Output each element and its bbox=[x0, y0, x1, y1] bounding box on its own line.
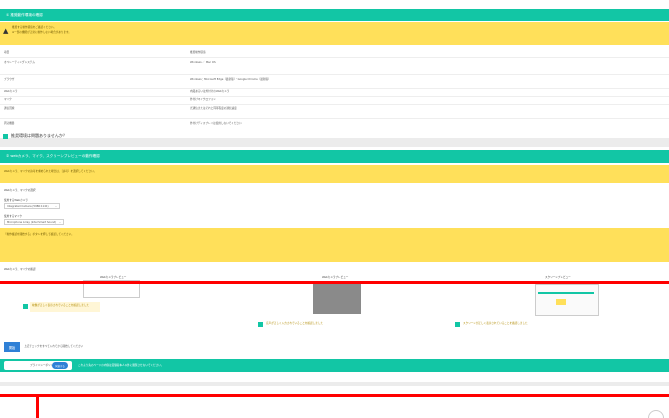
col-right-header: 推奨動作環境 bbox=[190, 51, 206, 54]
chevron-down-icon: ⌄ bbox=[54, 204, 57, 208]
camera-mic-label: Webカメラ、マイクの選択 bbox=[4, 189, 36, 192]
highlight-line-bottom bbox=[0, 394, 669, 397]
col-left-header: 項目 bbox=[4, 51, 10, 54]
check3-label: スクリーンが正しく表示されていることを確認しました bbox=[463, 322, 528, 325]
section2-header: ② webカメラ、マイク、スクリーンプレビューの動作確認 bbox=[0, 150, 669, 163]
row-label: マイク bbox=[4, 98, 12, 101]
check3-checkbox[interactable] bbox=[455, 322, 460, 327]
row-value: 内蔵あるいは外付けのWebカメラ bbox=[190, 90, 230, 93]
table-row: 周辺機器 外付けディスプレイは使用しないでください bbox=[0, 118, 669, 131]
col-web-header: Webカメラプレビュー bbox=[322, 276, 349, 279]
row-value: 外付けマイクロフォン bbox=[190, 98, 216, 101]
col-screen-header: スクリーンプレビュー bbox=[545, 276, 571, 279]
screen-preview bbox=[535, 284, 599, 316]
page: ① 推奨動作環境の確認 ▲ 推奨する動作環境をご確認ください。 ※一部の機能が正… bbox=[0, 0, 669, 418]
highlight-line-top bbox=[0, 281, 669, 284]
section1-title: ① 推奨動作環境の確認 bbox=[6, 12, 43, 17]
table-row: オペレーティングシステム Windows ／ Mac OS bbox=[0, 57, 669, 74]
preview-label: Webカメラ、マイクの確認 bbox=[4, 268, 36, 271]
section2-info: 「動作確認を開始する」ボタンを押して確認してください。 bbox=[0, 228, 669, 262]
table-row: 通信回線 光通信またはそれと同等程度の通信速度 bbox=[0, 104, 669, 119]
row-value: 光通信またはそれと同等程度の通信速度 bbox=[190, 107, 237, 110]
highlight-line-left bbox=[36, 394, 39, 418]
agree-bar: プライバシーポリシー 同意する これより先のページの内容は受験者本人以外に閲覧さ… bbox=[0, 359, 669, 372]
row-label: ブラウザ bbox=[4, 78, 15, 81]
section2-warning: Webカメラ、マイクの許可を求められた場合は、［許可］を選択してください。 bbox=[0, 165, 669, 183]
screen-preview-highlight bbox=[556, 299, 566, 305]
table-row: ブラウザ Windows：Microsoft Edge（最新版）・Google … bbox=[0, 74, 669, 88]
camera-select[interactable]: Integrated Camera (5986:1141) ⌄ bbox=[4, 203, 60, 209]
camera-select-value: Integrated Camera (5986:1141) bbox=[7, 204, 49, 208]
col-camera-header: Webカメラプレビュー bbox=[100, 276, 127, 279]
info-text: 「動作確認を開始する」ボタンを押して確認してください。 bbox=[4, 233, 74, 236]
screen-preview-bar bbox=[538, 292, 594, 294]
start-note: 上記チェックをすべて入れてから開始してください bbox=[24, 345, 84, 348]
row-label: オペレーティングシステム bbox=[4, 61, 35, 64]
check1-box: 映像が正しく表示されていることを確認しました bbox=[30, 302, 100, 312]
check2-label: 音声が正しく入力されていることを確認しました bbox=[266, 322, 323, 325]
section2-title: ② webカメラ、マイク、スクリーンプレビューの動作確認 bbox=[6, 154, 100, 158]
agree-box: プライバシーポリシー 同意する bbox=[4, 361, 72, 370]
row-value: 外付けディスプレイは使用しないでください bbox=[190, 122, 242, 125]
mic-select-value: Microphone Array (Intel Smart Sound) bbox=[7, 220, 57, 224]
row-value: Windows ／ Mac OS bbox=[190, 61, 216, 64]
agree-button[interactable]: 同意する bbox=[52, 362, 68, 369]
row-label: 周辺機器 bbox=[4, 122, 15, 125]
row-label: Webカメラ bbox=[4, 90, 18, 93]
section1-header: ① 推奨動作環境の確認 bbox=[0, 9, 669, 21]
environment-ok-checkbox[interactable] bbox=[3, 134, 8, 139]
section1-warning: ▲ 推奨する動作環境をご確認ください。 ※一部の機能が正常に動作しない場合があり… bbox=[0, 22, 669, 45]
warning-icon: ▲ bbox=[3, 27, 9, 35]
check1-checkbox[interactable] bbox=[23, 304, 28, 309]
row-label: 通信回線 bbox=[4, 107, 15, 110]
section1-notice: 推奨する動作環境をご確認ください。 bbox=[12, 26, 57, 29]
start-button[interactable]: 開始 bbox=[4, 342, 20, 352]
section2-notice: Webカメラ、マイクの許可を求められた場合は、［許可］を選択してください。 bbox=[4, 170, 97, 173]
web-preview bbox=[313, 284, 361, 314]
mic-select[interactable]: Microphone Array (Intel Smart Sound) ⌄ bbox=[4, 219, 64, 225]
chevron-down-icon: ⌄ bbox=[58, 220, 61, 224]
check1-label: 映像が正しく表示されていることを確認しました bbox=[32, 304, 89, 307]
check2-checkbox[interactable] bbox=[258, 322, 263, 327]
bottom-card bbox=[0, 386, 669, 418]
row-value: Windows：Microsoft Edge（最新版）・Google Chrom… bbox=[190, 78, 271, 81]
environment-ok-label: 推奨環境は問題ありませんか？ bbox=[11, 133, 67, 138]
camera-select-label: 使用するWebカメラ bbox=[4, 199, 28, 202]
mic-select-label: 使用するマイク bbox=[4, 215, 23, 218]
bottom-note: これより先のページの内容は受験者本人以外に閲覧させないでください。 bbox=[78, 364, 164, 367]
section1-notice-line2: ※一部の機能が正常に動作しない場合があります。 bbox=[12, 31, 71, 34]
